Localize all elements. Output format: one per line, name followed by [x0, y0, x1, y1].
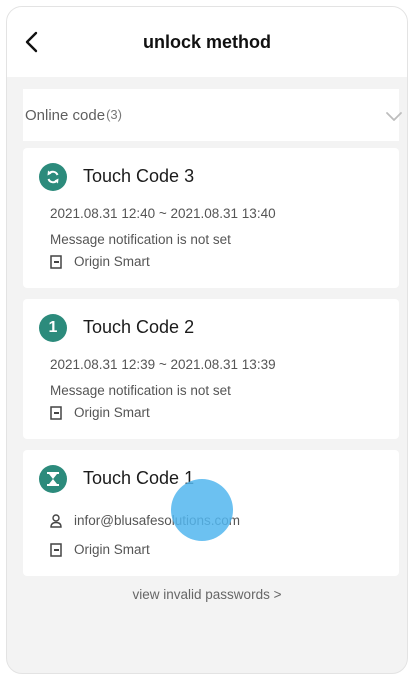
code-card-touch-code-3[interactable]: Touch Code 3 2021.08.31 12:40 ~ 2021.08.…	[23, 148, 399, 288]
device-name: Origin Smart	[74, 254, 150, 269]
view-invalid-passwords-link[interactable]: view invalid passwords >	[7, 587, 407, 602]
hourglass-icon	[39, 465, 67, 493]
validity-period: 2021.08.31 12:39 ~ 2021.08.31 13:39	[50, 357, 276, 372]
section-label: Online code	[25, 106, 106, 124]
online-code-dropdown[interactable]: Online code (3)	[23, 89, 402, 141]
device-row: Origin Smart	[50, 542, 150, 557]
door-lock-icon	[50, 542, 62, 557]
app-screen: unlock method Online code (3) Touch Code…	[6, 6, 408, 674]
door-lock-icon	[50, 405, 62, 420]
device-name: Origin Smart	[74, 542, 150, 557]
device-row: Origin Smart	[50, 254, 150, 269]
refresh-icon	[39, 163, 67, 191]
notification-status: Message notification is not set	[50, 383, 231, 398]
touch-indicator	[171, 479, 233, 541]
device-name: Origin Smart	[74, 405, 150, 420]
card-title: Touch Code 3	[83, 166, 195, 186]
chevron-down-icon	[386, 112, 402, 121]
device-row: Origin Smart	[50, 405, 150, 420]
validity-period: 2021.08.31 12:40 ~ 2021.08.31 13:40	[50, 206, 276, 221]
user-icon	[50, 513, 62, 528]
section-count: (3)	[106, 106, 122, 122]
notification-status: Message notification is not set	[50, 232, 231, 247]
card-title: Touch Code 1	[83, 468, 195, 488]
door-lock-icon	[50, 254, 62, 269]
page-title: unlock method	[142, 32, 271, 52]
top-bar: unlock method	[7, 7, 407, 77]
code-card-touch-code-2[interactable]: 1 Touch Code 2 2021.08.31 12:39 ~ 2021.0…	[23, 299, 399, 439]
card-title: Touch Code 2	[83, 317, 195, 337]
one-icon: 1	[39, 314, 67, 342]
